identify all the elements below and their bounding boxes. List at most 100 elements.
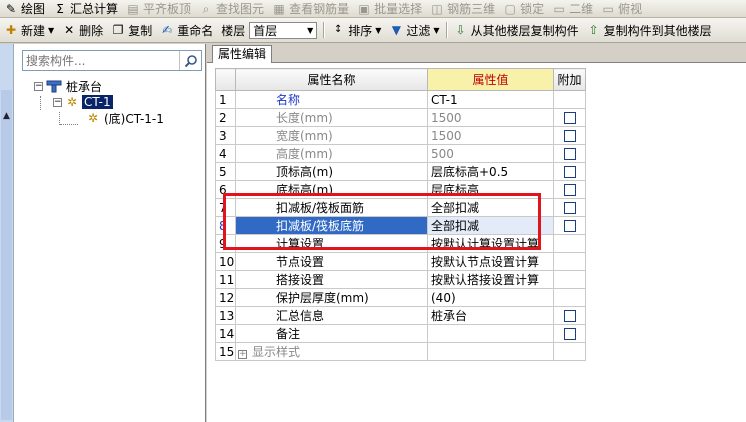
- grid-header-row: 属性名称 属性值 附加: [215, 68, 586, 91]
- property-row[interactable]: 12 保护层厚度(mm) (40): [215, 288, 586, 307]
- sort-icon: ↕: [334, 24, 343, 35]
- lock-button[interactable]: ▢ 锁定: [499, 0, 548, 17]
- view-2d-combo[interactable]: ▭ 二维: [548, 0, 597, 17]
- find-element-button[interactable]: ⌕ 查找图元: [195, 0, 268, 17]
- floor-label: 楼层: [221, 23, 246, 38]
- expand-icon[interactable]: +: [238, 350, 247, 359]
- attach-checkbox[interactable]: [563, 111, 576, 124]
- row-index: 2: [215, 108, 236, 127]
- batch-select-button[interactable]: ▣ 批量选择: [353, 0, 426, 17]
- header-index: [215, 68, 236, 91]
- property-value[interactable]: (40): [427, 288, 554, 307]
- attach-checkbox[interactable]: [563, 201, 576, 214]
- row-index: 14: [215, 324, 236, 343]
- header-extra[interactable]: 附加: [553, 68, 586, 91]
- copy-to-floor-button[interactable]: ⇧ 复制构件到其他楼层: [583, 18, 716, 42]
- tab-bar: 属性编辑: [207, 44, 746, 63]
- property-row[interactable]: 11 搭接设置 按默认搭接设置计算: [215, 270, 586, 289]
- extra-cell: [553, 198, 586, 217]
- collapse-icon[interactable]: −: [53, 97, 62, 107]
- search-button[interactable]: [179, 51, 201, 70]
- header-value[interactable]: 属性值: [427, 68, 554, 91]
- rename-button[interactable]: ✍ 重命名: [156, 18, 217, 42]
- highlight-annotation: [223, 193, 541, 250]
- property-row[interactable]: 10 节点设置 按默认节点设置计算: [215, 252, 586, 271]
- tree-node-ct-1[interactable]: − ✲ CT-1: [53, 94, 113, 110]
- new-button[interactable]: ✚ 新建 ▼: [0, 18, 58, 42]
- tree-line: [60, 124, 78, 125]
- header-name[interactable]: 属性名称: [235, 68, 428, 91]
- property-value[interactable]: 按默认搭接设置计算: [427, 270, 554, 289]
- chevron-up-icon[interactable]: ▲: [0, 110, 13, 122]
- find-icon: ⌕: [202, 1, 210, 16]
- extra-cell: [553, 126, 586, 145]
- property-row[interactable]: 3 宽度(mm) 1500: [215, 126, 586, 145]
- group-label: 显示样式: [252, 345, 301, 359]
- property-row[interactable]: 14 备注: [215, 324, 586, 343]
- sort-button[interactable]: ↕ 排序 ▼: [327, 18, 385, 42]
- property-value[interactable]: 1500: [427, 126, 554, 145]
- attach-checkbox[interactable]: [563, 165, 576, 178]
- property-name: 保护层厚度(mm): [235, 288, 428, 307]
- copy-from-floor-button[interactable]: ⇩ 从其他楼层复制构件: [450, 18, 583, 42]
- summary-calc-button[interactable]: Σ 汇总计算: [49, 0, 122, 17]
- property-row[interactable]: 1 名称 CT-1: [215, 90, 586, 109]
- draw-icon: ✎: [5, 1, 17, 16]
- chevron-down-icon: ▼: [307, 25, 314, 35]
- side-dock-panel: [1, 90, 12, 420]
- collapse-icon[interactable]: −: [34, 81, 43, 91]
- lock-icon: ▢: [504, 1, 516, 16]
- extra-cell: [553, 180, 586, 199]
- copy-to-icon: ⇧: [588, 23, 599, 37]
- rebar-3d-button[interactable]: ◫ 钢筋三维: [426, 0, 499, 17]
- property-name: 宽度(mm): [235, 126, 428, 145]
- cube-icon: ◫: [431, 1, 443, 16]
- attach-checkbox[interactable]: [563, 183, 576, 196]
- property-value[interactable]: 层底标高+0.5: [427, 162, 554, 181]
- attach-checkbox[interactable]: [563, 147, 576, 160]
- main-toolbar: ✎ 绘图 Σ 汇总计算 ▤ 平齐板顶 ⌕ 查找图元 ▦ 查看钢筋量 ▣ 批量选择…: [0, 0, 746, 18]
- rename-icon: ✍: [162, 23, 173, 37]
- draw-button[interactable]: ✎ 绘图: [0, 0, 49, 17]
- copy-button[interactable]: ❐ 复制: [107, 18, 156, 42]
- property-row[interactable]: 15 + 显示样式: [215, 342, 586, 361]
- attach-checkbox[interactable]: [563, 129, 576, 142]
- extra-cell: [553, 108, 586, 127]
- view-rebar-button[interactable]: ▦ 查看钢筋量: [268, 0, 353, 17]
- property-row[interactable]: 13 汇总信息 桩承台: [215, 306, 586, 325]
- extra-cell: [553, 252, 586, 271]
- search-input[interactable]: [23, 52, 179, 69]
- property-row[interactable]: 5 顶标高(m) 层底标高+0.5: [215, 162, 586, 181]
- tab-property-edit[interactable]: 属性编辑: [212, 45, 273, 63]
- property-row[interactable]: 4 高度(mm) 500: [215, 144, 586, 163]
- tree-node-pile-cap[interactable]: − 桩承台: [34, 78, 102, 94]
- row-index: 3: [215, 126, 236, 145]
- property-value[interactable]: 500: [427, 144, 554, 163]
- floor-select[interactable]: 首层 ▼: [249, 21, 318, 39]
- property-name: 长度(mm): [235, 108, 428, 127]
- extra-cell: [553, 90, 586, 109]
- tree-node-ct-1-1[interactable]: ✲ (底)CT-1-1: [86, 110, 164, 126]
- side-dock-strip[interactable]: ▲: [0, 44, 14, 422]
- align-slab-top-button[interactable]: ▤ 平齐板顶: [122, 0, 195, 17]
- property-value[interactable]: 1500: [427, 108, 554, 127]
- property-value[interactable]: 按默认节点设置计算: [427, 252, 554, 271]
- tree-line: [40, 96, 41, 110]
- attach-checkbox[interactable]: [563, 327, 576, 340]
- property-value[interactable]: CT-1: [427, 90, 554, 109]
- property-name: 名称: [235, 90, 428, 109]
- attach-checkbox[interactable]: [563, 309, 576, 322]
- property-value[interactable]: 桩承台: [427, 306, 554, 325]
- property-row[interactable]: 2 长度(mm) 1500: [215, 108, 586, 127]
- delete-button[interactable]: ✕ 删除: [58, 18, 107, 42]
- property-name: 搭接设置: [235, 270, 428, 289]
- row-index: 13: [215, 306, 236, 325]
- attach-checkbox[interactable]: [563, 219, 576, 232]
- extra-cell: [553, 162, 586, 181]
- property-value[interactable]: [427, 342, 554, 361]
- property-value[interactable]: [427, 324, 554, 343]
- filter-button[interactable]: ▼ 过滤 ▼: [385, 18, 443, 42]
- top-view-button[interactable]: ▭ 俯视: [597, 0, 646, 17]
- property-name: 汇总信息: [235, 306, 428, 325]
- row-index: 5: [215, 162, 236, 181]
